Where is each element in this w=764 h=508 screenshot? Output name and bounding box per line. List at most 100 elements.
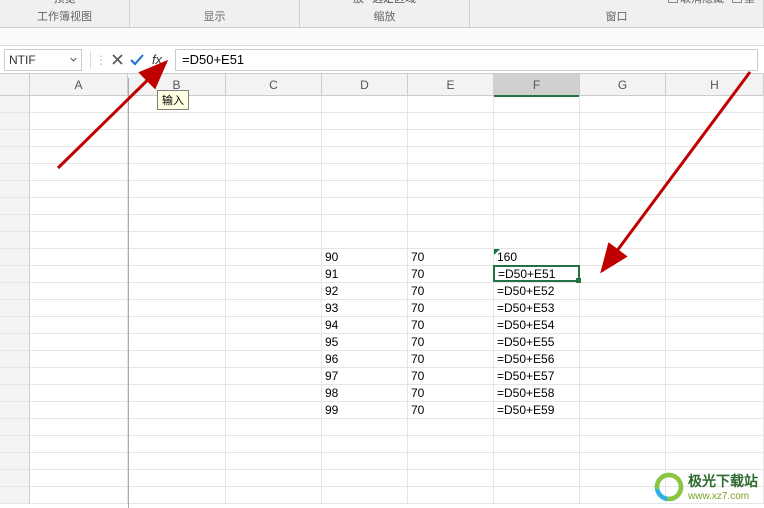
cell[interactable] xyxy=(226,317,322,334)
cell[interactable] xyxy=(128,351,226,368)
cell[interactable] xyxy=(30,300,128,317)
cell[interactable] xyxy=(226,198,322,215)
cell[interactable]: 160 xyxy=(494,249,580,266)
cell[interactable] xyxy=(322,164,408,181)
cell[interactable] xyxy=(666,385,764,402)
cell[interactable] xyxy=(128,453,226,470)
cell[interactable] xyxy=(128,198,226,215)
cell[interactable] xyxy=(128,249,226,266)
cell[interactable] xyxy=(494,232,580,249)
cell[interactable] xyxy=(128,317,226,334)
cell[interactable] xyxy=(30,419,128,436)
cell[interactable] xyxy=(226,300,322,317)
cell[interactable] xyxy=(128,300,226,317)
row-header[interactable] xyxy=(0,300,30,317)
column-header-E[interactable]: E xyxy=(408,74,494,96)
cell[interactable] xyxy=(322,147,408,164)
cell[interactable] xyxy=(580,300,666,317)
cell[interactable] xyxy=(580,453,666,470)
cell[interactable] xyxy=(128,368,226,385)
cell[interactable]: 90 xyxy=(322,249,408,266)
cell[interactable] xyxy=(226,232,322,249)
cell[interactable]: 92 xyxy=(322,283,408,300)
cell[interactable] xyxy=(494,419,580,436)
cell[interactable] xyxy=(494,436,580,453)
cell[interactable] xyxy=(322,436,408,453)
cell[interactable] xyxy=(494,215,580,232)
row-header[interactable] xyxy=(0,385,30,402)
cell[interactable] xyxy=(494,164,580,181)
cell[interactable] xyxy=(666,368,764,385)
cell[interactable]: =D50+E56 xyxy=(494,351,580,368)
cell[interactable] xyxy=(226,266,322,283)
cell[interactable] xyxy=(580,419,666,436)
cell[interactable] xyxy=(226,436,322,453)
cell[interactable] xyxy=(322,181,408,198)
cell[interactable]: 99 xyxy=(322,402,408,419)
cell[interactable] xyxy=(408,130,494,147)
row-header[interactable] xyxy=(0,181,30,198)
cell[interactable] xyxy=(30,487,128,504)
cell[interactable] xyxy=(666,317,764,334)
column-header-D[interactable]: D xyxy=(322,74,408,96)
row-header[interactable] xyxy=(0,232,30,249)
cell[interactable] xyxy=(322,232,408,249)
cell[interactable] xyxy=(494,487,580,504)
cell[interactable] xyxy=(128,487,226,504)
cell[interactable] xyxy=(226,419,322,436)
cell[interactable] xyxy=(226,385,322,402)
row-header[interactable] xyxy=(0,164,30,181)
cell[interactable] xyxy=(226,351,322,368)
cell[interactable]: 95 xyxy=(322,334,408,351)
cell[interactable] xyxy=(30,334,128,351)
row-header[interactable] xyxy=(0,368,30,385)
cell[interactable] xyxy=(128,232,226,249)
cell[interactable] xyxy=(322,453,408,470)
cell[interactable]: 70 xyxy=(408,402,494,419)
row-header[interactable] xyxy=(0,249,30,266)
cell[interactable] xyxy=(322,470,408,487)
row-header[interactable] xyxy=(0,113,30,130)
cell[interactable] xyxy=(408,232,494,249)
cell[interactable]: 96 xyxy=(322,351,408,368)
cell[interactable]: =D50+E58 xyxy=(494,385,580,402)
cell[interactable] xyxy=(408,181,494,198)
cell[interactable] xyxy=(322,130,408,147)
cell[interactable]: 70 xyxy=(408,283,494,300)
cell[interactable] xyxy=(494,198,580,215)
cell[interactable] xyxy=(30,453,128,470)
row-header[interactable] xyxy=(0,130,30,147)
cell[interactable]: 70 xyxy=(408,300,494,317)
row-header[interactable] xyxy=(0,198,30,215)
cell[interactable] xyxy=(408,215,494,232)
row-header[interactable] xyxy=(0,283,30,300)
cell[interactable] xyxy=(226,96,322,113)
cell[interactable]: 70 xyxy=(408,368,494,385)
cell[interactable] xyxy=(128,402,226,419)
cell[interactable] xyxy=(322,113,408,130)
cell[interactable]: =D50+E59 xyxy=(494,402,580,419)
cell[interactable] xyxy=(408,96,494,113)
cell[interactable] xyxy=(494,266,580,283)
cell[interactable] xyxy=(666,453,764,470)
cell[interactable] xyxy=(580,385,666,402)
cell[interactable] xyxy=(128,470,226,487)
column-header-F[interactable]: F xyxy=(494,74,580,96)
cell[interactable]: 91 xyxy=(322,266,408,283)
cell[interactable] xyxy=(322,487,408,504)
row-header[interactable] xyxy=(0,96,30,113)
cell[interactable] xyxy=(30,436,128,453)
cell[interactable] xyxy=(128,215,226,232)
cell[interactable] xyxy=(226,402,322,419)
row-header[interactable] xyxy=(0,215,30,232)
cell[interactable] xyxy=(666,419,764,436)
cell[interactable] xyxy=(322,215,408,232)
row-header[interactable] xyxy=(0,453,30,470)
cell[interactable]: 70 xyxy=(408,351,494,368)
cell[interactable] xyxy=(30,181,128,198)
row-header[interactable] xyxy=(0,351,30,368)
row-header[interactable] xyxy=(0,487,30,504)
cell[interactable]: =D50+E52 xyxy=(494,283,580,300)
cell[interactable]: 97 xyxy=(322,368,408,385)
cell[interactable]: =D50+E55 xyxy=(494,334,580,351)
